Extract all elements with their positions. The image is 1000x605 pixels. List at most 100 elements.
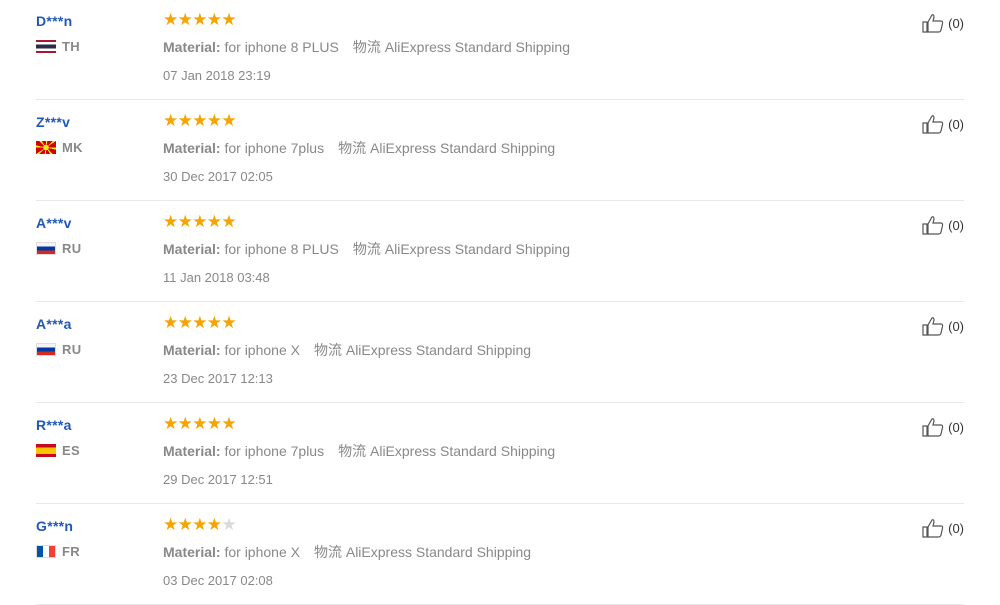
review-item: A***v RU ★ ★ ★ ★ ★ Material: for iphone 8 PL…: [36, 200, 964, 302]
helpful-button[interactable]: (0): [922, 114, 964, 134]
star-filled-icon: ★: [221, 10, 237, 30]
star-rating: ★ ★ ★ ★ ★: [163, 10, 883, 30]
star-filled-icon: ★: [177, 111, 193, 131]
star-filled-icon: ★: [192, 515, 208, 535]
helpful-button[interactable]: (0): [922, 316, 964, 336]
attribute-value: for iphone X: [224, 342, 300, 358]
star-filled-icon: ★: [163, 515, 179, 535]
shipping-method: 物流 AliExpress Standard Shipping: [338, 140, 556, 156]
thumbs-up-icon: [922, 216, 944, 235]
user-name[interactable]: G***n: [36, 517, 146, 535]
review-user: A***a RU: [36, 315, 146, 357]
review-date: 30 Dec 2017 02:05: [163, 169, 273, 184]
attribute-label: Material:: [163, 443, 221, 459]
country-code: MK: [62, 139, 83, 155]
review-date: 23 Dec 2017 12:13: [163, 371, 273, 386]
star-filled-icon: ★: [192, 414, 208, 434]
thailand-flag-icon: [36, 39, 56, 53]
star-filled-icon: ★: [177, 515, 193, 535]
attribute-label: Material:: [163, 342, 221, 358]
attribute-label: Material:: [163, 544, 221, 560]
attribute-value: for iphone 7plus: [224, 443, 325, 459]
review-user: D***n TH: [36, 12, 146, 54]
user-name[interactable]: Z***v: [36, 113, 146, 131]
star-filled-icon: ★: [163, 313, 179, 333]
helpful-button[interactable]: (0): [922, 215, 964, 235]
star-rating: ★ ★ ★ ★ ★: [163, 111, 883, 131]
review-date: 07 Jan 2018 23:19: [163, 68, 271, 83]
user-country: TH: [36, 38, 146, 54]
thumbs-up-icon: [922, 14, 944, 33]
user-name[interactable]: D***n: [36, 12, 146, 30]
user-country: MK: [36, 139, 146, 155]
helpful-count: (0): [948, 116, 964, 132]
country-code: FR: [62, 543, 80, 559]
shipping-method: 物流 AliExpress Standard Shipping: [352, 241, 570, 257]
helpful-count: (0): [948, 217, 964, 233]
thumbs-up-icon: [922, 317, 944, 336]
star-filled-icon: ★: [192, 111, 208, 131]
review-user: A***v RU: [36, 214, 146, 256]
star-rating: ★ ★ ★ ★ ★: [163, 515, 883, 535]
user-name[interactable]: R***a: [36, 416, 146, 434]
shipping-method: 物流 AliExpress Standard Shipping: [313, 342, 532, 358]
helpful-count: (0): [948, 520, 964, 536]
product-attributes: Material: for iphone 7plus 物流 AliExpress …: [163, 140, 883, 156]
attribute-label: Material:: [163, 39, 221, 55]
russia-flag-icon: [36, 241, 56, 255]
review-body: ★ ★ ★ ★ ★ Material: for iphone 7plus 物流 AliEx…: [163, 113, 883, 185]
user-country: ES: [36, 442, 146, 458]
review-item: G***n FR ★ ★ ★ ★ ★ Material: for iphone X 物流 …: [36, 503, 964, 605]
star-filled-icon: ★: [177, 313, 193, 333]
star-rating: ★ ★ ★ ★ ★: [163, 313, 883, 333]
review-date: 03 Dec 2017 02:08: [163, 573, 273, 588]
star-filled-icon: ★: [206, 212, 223, 232]
thumbs-up-icon: [922, 519, 944, 538]
star-filled-icon: ★: [177, 212, 193, 232]
review-item: D***n TH ★ ★ ★ ★ ★ Material: for iphone 8 PL…: [36, 0, 964, 100]
russia-flag-icon: [36, 342, 56, 356]
country-code: RU: [62, 240, 82, 256]
product-attributes: Material: for iphone 8 PLUS 物流 AliExpress…: [163, 241, 883, 257]
star-filled-icon: ★: [206, 111, 223, 131]
review-date: 11 Jan 2018 03:48: [163, 270, 270, 285]
country-code: TH: [62, 38, 80, 54]
review-user: R***a ES: [36, 416, 146, 458]
helpful-button[interactable]: (0): [922, 518, 964, 538]
helpful-count: (0): [948, 15, 964, 31]
country-code: RU: [62, 341, 82, 357]
thumbs-up-icon: [922, 418, 944, 437]
review-body: ★ ★ ★ ★ ★ Material: for iphone X 物流 AliExpres…: [163, 517, 883, 589]
review-item: R***a ES ★ ★ ★ ★ ★ Material: for iphone 7plu…: [36, 402, 964, 504]
shipping-method: 物流 AliExpress Standard Shipping: [313, 544, 532, 560]
user-name[interactable]: A***a: [36, 315, 146, 333]
product-attributes: Material: for iphone X 物流 AliExpress Stan…: [163, 342, 883, 358]
attribute-label: Material:: [163, 241, 221, 257]
star-filled-icon: ★: [221, 111, 237, 131]
spain-flag-icon: [36, 443, 56, 457]
helpful-button[interactable]: (0): [922, 417, 964, 437]
review-body: ★ ★ ★ ★ ★ Material: for iphone X 物流 AliExpres…: [163, 315, 883, 387]
helpful-button[interactable]: (0): [922, 13, 964, 33]
star-filled-icon: ★: [206, 313, 223, 333]
product-attributes: Material: for iphone 8 PLUS 物流 AliExpress…: [163, 39, 883, 55]
review-item: Z***v MK ★ ★ ★ ★ ★ Material: for iphone 7plu…: [36, 99, 964, 201]
star-filled-icon: ★: [163, 10, 179, 30]
helpful-count: (0): [948, 318, 964, 334]
star-filled-icon: ★: [163, 414, 179, 434]
star-filled-icon: ★: [177, 414, 193, 434]
attribute-value: for iphone 8 PLUS: [224, 39, 339, 55]
product-attributes: Material: for iphone X 物流 AliExpress Stan…: [163, 544, 883, 560]
star-filled-icon: ★: [221, 414, 237, 434]
attribute-value: for iphone 7plus: [224, 140, 325, 156]
country-code: ES: [62, 442, 80, 458]
star-filled-icon: ★: [163, 111, 179, 131]
star-filled-icon: ★: [221, 212, 237, 232]
star-filled-icon: ★: [206, 515, 223, 535]
review-body: ★ ★ ★ ★ ★ Material: for iphone 8 PLUS 物流 AliE…: [163, 12, 883, 84]
review-body: ★ ★ ★ ★ ★ Material: for iphone 8 PLUS 物流 AliE…: [163, 214, 883, 286]
star-filled-icon: ★: [192, 212, 208, 232]
review-user: G***n FR: [36, 517, 146, 559]
star-rating: ★ ★ ★ ★ ★: [163, 212, 883, 232]
user-name[interactable]: A***v: [36, 214, 146, 232]
